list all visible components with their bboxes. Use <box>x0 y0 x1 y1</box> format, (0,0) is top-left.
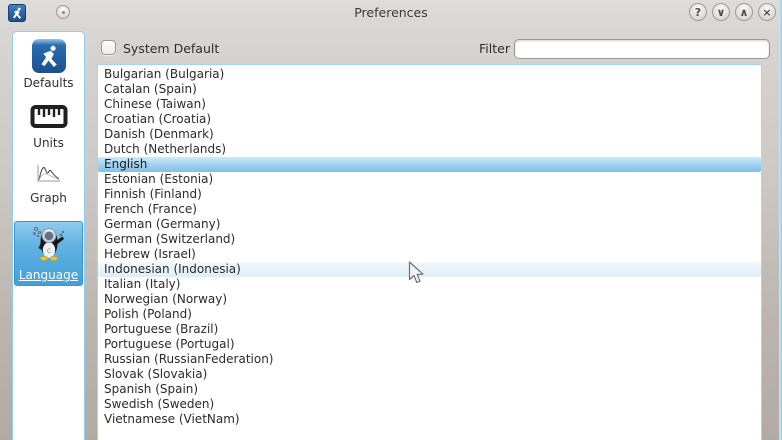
language-list-item[interactable]: Dutch (Netherlands) <box>98 142 761 157</box>
language-label: Vietnamese (VietNam) <box>104 412 240 426</box>
close-icon: × <box>762 7 771 18</box>
language-label: Finnish (Finland) <box>104 187 202 201</box>
language-label: Portuguese (Portugal) <box>104 337 235 351</box>
sidebar-item-language[interactable]: c Language <box>14 221 83 286</box>
sidebar-item-defaults[interactable]: Defaults <box>13 32 84 90</box>
language-label: Portuguese (Brazil) <box>104 322 218 336</box>
filter-input[interactable] <box>514 39 770 59</box>
language-label: German (Germany) <box>104 217 220 231</box>
filter-label: Filter <box>479 41 510 56</box>
language-list[interactable]: Bulgarian (Bulgaria) Catalan (Spain) Chi… <box>97 64 762 440</box>
language-label: Slovak (Slovakia) <box>104 367 207 381</box>
preferences-window: { "window": { "title": "Preferences", "b… <box>0 0 782 440</box>
svg-text:c: c <box>46 246 50 255</box>
chevron-down-icon: ∨ <box>717 7 726 18</box>
tux-penguin-diver-icon: c <box>28 224 70 268</box>
language-label: Hebrew (Israel) <box>104 247 196 261</box>
help-button[interactable]: ? <box>689 3 707 21</box>
language-list-item[interactable]: Chinese (Taiwan) <box>98 97 761 112</box>
language-list-item[interactable]: German (Germany) <box>98 217 761 232</box>
diver-icon <box>32 39 66 73</box>
sidebar-item-label: Units <box>33 136 64 150</box>
language-list-item[interactable]: French (France) <box>98 202 761 217</box>
language-label: Swedish (Sweden) <box>104 397 214 411</box>
sidebar-item-units[interactable]: Units <box>13 90 84 150</box>
language-list-item[interactable]: English <box>98 157 761 172</box>
sidebar-item-graph[interactable]: Graph <box>13 150 84 205</box>
language-label: Indonesian (Indonesia) <box>104 262 241 276</box>
shade-button[interactable]: ∨ <box>712 3 730 21</box>
language-label: French (France) <box>104 202 197 216</box>
language-label: Polish (Poland) <box>104 307 192 321</box>
maximize-button[interactable]: ∧ <box>735 3 753 21</box>
language-label: Italian (Italy) <box>104 277 180 291</box>
language-list-item[interactable]: Portuguese (Portugal) <box>98 337 761 352</box>
language-label: Norwegian (Norway) <box>104 292 227 306</box>
language-label: Dutch (Netherlands) <box>104 142 226 156</box>
language-label: Croatian (Croatia) <box>104 112 211 126</box>
titlebar[interactable]: Preferences ? ∨ ∧ × <box>0 0 782 26</box>
language-list-item[interactable]: Indonesian (Indonesia) <box>98 262 761 277</box>
language-label: Russian (RussianFederation) <box>104 352 273 366</box>
language-list-item[interactable]: Portuguese (Brazil) <box>98 322 761 337</box>
close-button[interactable]: × <box>758 3 776 21</box>
language-list-item[interactable]: Russian (RussianFederation) <box>98 352 761 367</box>
system-default-checkbox[interactable] <box>101 40 116 55</box>
help-icon: ? <box>695 7 701 18</box>
language-list-item[interactable]: Estonian (Estonia) <box>98 172 761 187</box>
language-list-item[interactable]: Croatian (Croatia) <box>98 112 761 127</box>
language-list-item[interactable]: Polish (Poland) <box>98 307 761 322</box>
language-list-item[interactable]: Hebrew (Israel) <box>98 247 761 262</box>
language-label: Danish (Denmark) <box>104 127 214 141</box>
language-list-item[interactable]: Finnish (Finland) <box>98 187 761 202</box>
sidebar-item-label: Graph <box>30 191 67 205</box>
chevron-up-icon: ∧ <box>740 7 749 18</box>
window-title: Preferences <box>0 5 782 20</box>
language-label: Chinese (Taiwan) <box>104 97 206 111</box>
language-list-item[interactable]: Swedish (Sweden) <box>98 397 761 412</box>
language-list-item[interactable]: German (Switzerland) <box>98 232 761 247</box>
language-label: Estonian (Estonia) <box>104 172 213 186</box>
dive-profile-graph-icon <box>35 163 62 188</box>
sidebar-item-label: Language <box>19 268 78 282</box>
language-list-item[interactable]: Bulgarian (Bulgaria) <box>98 67 761 82</box>
language-list-item[interactable]: Norwegian (Norway) <box>98 292 761 307</box>
language-list-item[interactable]: Slovak (Slovakia) <box>98 367 761 382</box>
sidebar: Defaults Units Graph <box>12 31 85 440</box>
language-label: Catalan (Spain) <box>104 82 197 96</box>
language-label: English <box>104 157 147 171</box>
language-list-item[interactable]: Italian (Italy) <box>98 277 761 292</box>
ruler-icon <box>30 104 68 133</box>
sidebar-item-label: Defaults <box>23 76 73 90</box>
language-label: German (Switzerland) <box>104 232 235 246</box>
language-label: Spanish (Spain) <box>104 382 198 396</box>
language-list-item[interactable]: Danish (Denmark) <box>98 127 761 142</box>
language-label: Bulgarian (Bulgaria) <box>104 67 224 81</box>
language-list-item[interactable]: Spanish (Spain) <box>98 382 761 397</box>
language-list-item[interactable]: Vietnamese (VietNam) <box>98 412 761 427</box>
system-default-label: System Default <box>123 41 219 56</box>
language-list-item[interactable]: Catalan (Spain) <box>98 82 761 97</box>
